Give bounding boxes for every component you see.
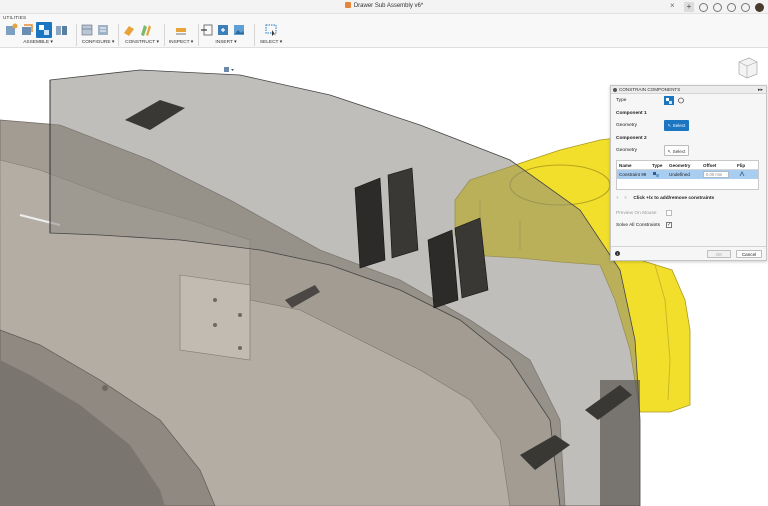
preview-checkbox[interactable] xyxy=(666,210,672,216)
insert-mesh-icon[interactable] xyxy=(216,23,230,37)
col-offset: Offset xyxy=(703,163,717,168)
row-name: Constraint 99 xyxy=(619,172,647,177)
midplane-icon[interactable] xyxy=(138,23,152,37)
select-icon[interactable] xyxy=(264,23,278,37)
separator xyxy=(164,24,165,46)
new-component-icon[interactable] xyxy=(4,23,18,37)
row-type-icon xyxy=(652,171,660,179)
offset-plane-icon[interactable] xyxy=(122,23,136,37)
title-bar: Drawer Sub Assembly v6* × + xyxy=(0,0,768,14)
col-flip: Flip xyxy=(737,163,746,168)
insert-canvas-icon[interactable] xyxy=(232,23,246,37)
select1-text: Select xyxy=(672,123,686,128)
viewcube-icon[interactable] xyxy=(735,54,759,80)
measure-icon[interactable] xyxy=(174,23,188,37)
separator xyxy=(254,24,255,46)
expand-icon[interactable]: ▸▸ xyxy=(758,86,763,94)
solve-all-checkbox[interactable]: ✓ xyxy=(666,222,672,228)
construct-group: CONSTRUCT ▾ xyxy=(122,22,162,46)
inspect-label[interactable]: INSPECT ▾ xyxy=(166,40,196,45)
dialog-status-icon xyxy=(613,88,617,92)
col-geometry: Geometry xyxy=(669,163,691,168)
dialog-header[interactable]: CONSTRAIN COMPONENTS ▸▸ xyxy=(611,86,766,94)
insert-derive-icon[interactable] xyxy=(200,23,214,37)
component2-heading: Component 2 xyxy=(616,136,647,141)
ribbon-toolbar: UTILITIES ASSEMBLE ▾ CONFIGURE ▾ CONSTRU… xyxy=(0,14,768,48)
inspect-group: INSPECT ▾ xyxy=(166,22,196,46)
configure-rules-icon[interactable] xyxy=(96,23,110,37)
component1-heading: Component 1 xyxy=(616,111,647,116)
job-status-icon[interactable] xyxy=(713,2,722,12)
preview-label: Preview On Mouse xyxy=(616,211,657,216)
dialog-footer: i OK Cancel xyxy=(611,246,766,260)
solve-all-label: Solve All Constraints xyxy=(616,223,660,228)
ok-button[interactable]: OK xyxy=(707,250,731,258)
constrain-components-dialog: CONSTRAIN COMPONENTS ▸▸ Type Component 1… xyxy=(610,85,767,261)
type-flexible-icon[interactable] xyxy=(676,96,686,105)
type-rigid-icon[interactable] xyxy=(664,96,674,105)
separator xyxy=(198,24,199,46)
cancel-button[interactable]: Cancel xyxy=(736,250,762,258)
configure-group: CONFIGURE ▾ xyxy=(80,22,116,46)
select-group: SELECT ▾ xyxy=(256,22,286,46)
select2-text: Select xyxy=(672,149,686,154)
help-icon[interactable] xyxy=(741,2,750,12)
separator xyxy=(118,24,119,46)
separator xyxy=(76,24,77,46)
select-label[interactable]: SELECT ▾ xyxy=(256,40,286,45)
document-title-text: Drawer Sub Assembly v6* xyxy=(353,3,424,9)
view-options-icon[interactable] xyxy=(222,65,236,74)
close-tab-icon[interactable]: × xyxy=(670,1,675,10)
user-avatar[interactable] xyxy=(755,2,764,12)
component1-select-button[interactable]: ↖ Select xyxy=(664,120,689,131)
geometry1-label: Geometry xyxy=(616,123,638,128)
extensions-icon[interactable] xyxy=(699,2,708,12)
title-bar-actions: + xyxy=(684,2,764,12)
fusion-app-window: Drawer Sub Assembly v6* × + UTILITIES AS… xyxy=(0,0,768,506)
new-tab-button[interactable]: + xyxy=(684,2,694,12)
table-header: Name Type Geometry Offset Flip xyxy=(617,161,758,170)
joint-icon[interactable] xyxy=(20,23,34,37)
configure-label[interactable]: CONFIGURE ▾ xyxy=(80,40,116,45)
document-title: Drawer Sub Assembly v6* xyxy=(0,2,768,9)
constraints-table: Name Type Geometry Offset Flip Constrain… xyxy=(616,160,759,190)
notifications-icon[interactable] xyxy=(727,2,736,12)
remove-constraint-icon[interactable]: × xyxy=(624,196,627,201)
offset-input[interactable]: 0.00 mm xyxy=(703,171,729,178)
constrain-components-icon[interactable] xyxy=(36,22,52,38)
type-label: Type xyxy=(616,98,627,103)
insert-group: INSERT ▾ xyxy=(200,22,252,46)
add-remove-hint: Click +/x to add/remove constraints xyxy=(633,196,715,201)
as-built-joint-icon[interactable] xyxy=(54,23,68,37)
add-constraint-icon[interactable]: + xyxy=(616,196,619,201)
info-icon[interactable]: i xyxy=(615,251,620,256)
flip-icon[interactable] xyxy=(739,171,745,179)
col-type: Type xyxy=(652,163,663,168)
row-geometry: Undefined xyxy=(669,172,690,177)
col-name: Name xyxy=(619,163,632,168)
component2-select-button[interactable]: ↖ Select xyxy=(664,145,689,156)
assemble-group: ASSEMBLE ▾ xyxy=(4,22,72,46)
construct-label[interactable]: CONSTRUCT ▾ xyxy=(122,40,162,45)
geometry2-label: Geometry xyxy=(616,148,638,153)
add-remove-row: + × Click +/x to add/remove constraints xyxy=(616,196,714,201)
offset-value: 0.00 mm xyxy=(706,172,723,177)
table-empty-area xyxy=(617,179,758,189)
dialog-title: CONSTRAIN COMPONENTS xyxy=(619,87,681,92)
assemble-label[interactable]: ASSEMBLE ▾ xyxy=(4,40,72,45)
insert-label[interactable]: INSERT ▾ xyxy=(200,40,252,45)
document-icon xyxy=(344,2,351,8)
table-row[interactable]: Constraint 99 Undefined 0.00 mm xyxy=(617,170,758,179)
configure-table-icon[interactable] xyxy=(80,23,94,37)
tab-utilities[interactable]: UTILITIES xyxy=(3,15,26,20)
